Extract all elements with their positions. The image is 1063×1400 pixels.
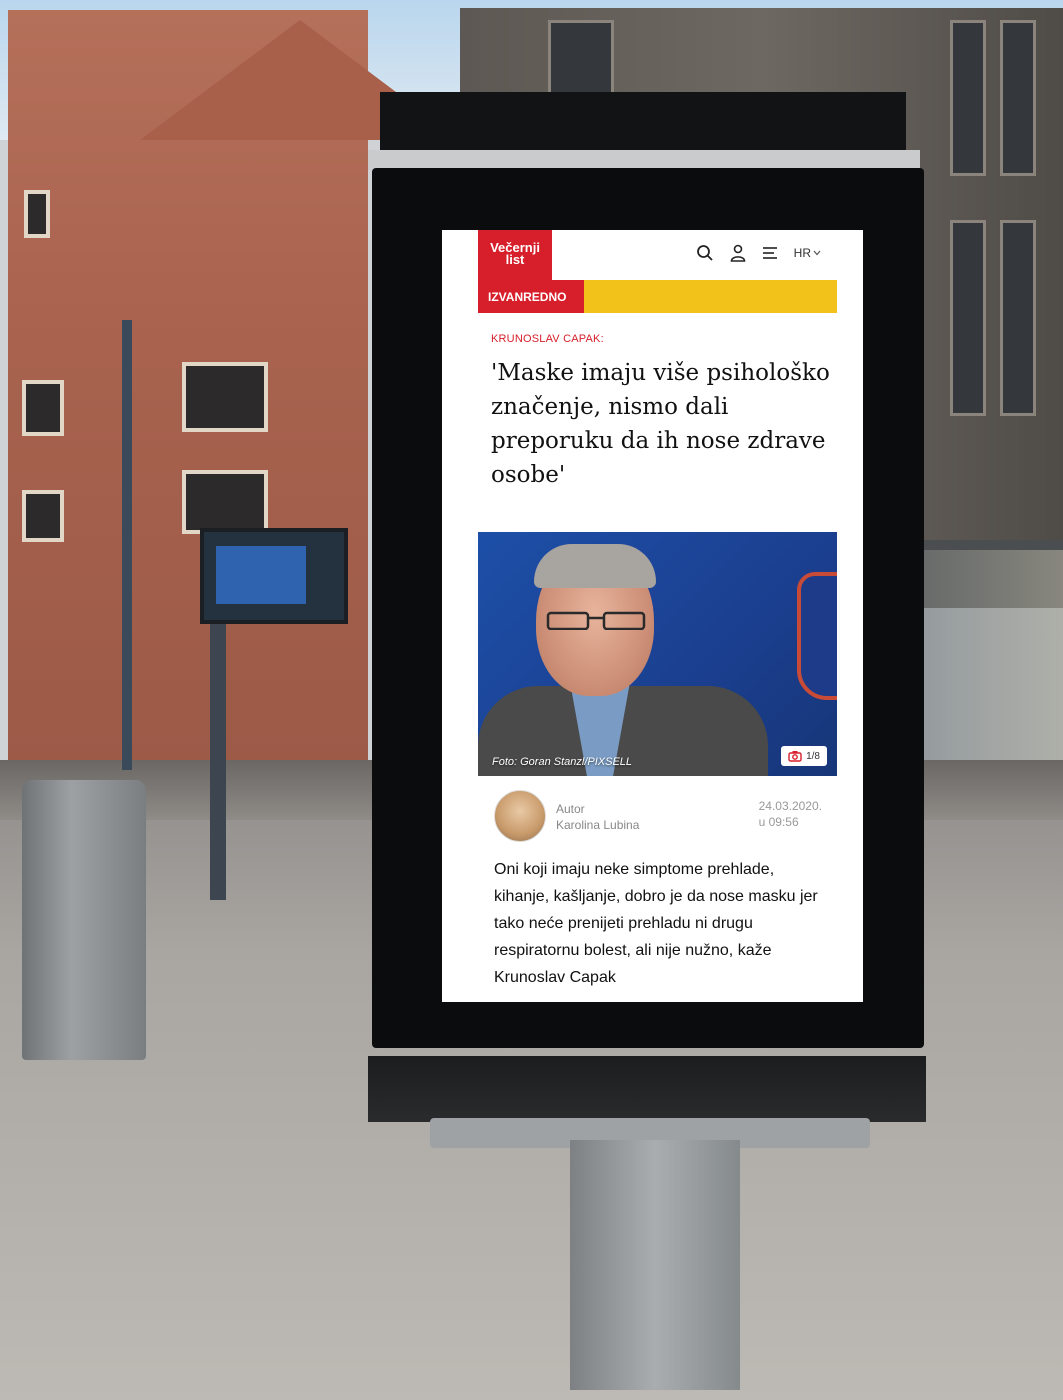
search-icon[interactable]: [696, 244, 714, 262]
chevron-down-icon: [813, 250, 821, 256]
kiosk-base: [368, 1056, 926, 1122]
site-header: Večernji list HR: [442, 230, 863, 282]
avatar[interactable]: [494, 790, 546, 842]
kiosk-screen: Večernji list HR IZVANREDNO KRUNOSLAV CA…: [442, 230, 863, 1002]
user-icon[interactable]: [730, 244, 746, 262]
breaking-news-strip: [584, 280, 837, 313]
building-window: [22, 490, 64, 542]
menu-icon[interactable]: [762, 246, 778, 260]
logo-line2: list: [505, 252, 525, 267]
gallery-count: 1/8: [806, 750, 820, 762]
camera-icon: [788, 751, 802, 762]
building-window: [1000, 20, 1036, 176]
gallery-button[interactable]: 1/8: [781, 746, 827, 766]
photo-glasses: [546, 611, 646, 630]
site-logo[interactable]: Večernji list: [478, 230, 552, 282]
article-kicker[interactable]: KRUNOSLAV CAPAK:: [491, 333, 604, 345]
bus-stop-screen: [216, 546, 306, 604]
author-name[interactable]: Karolina Lubina: [556, 818, 639, 832]
article-headline[interactable]: 'Maske imaju više psihološko značenje, n…: [491, 356, 831, 492]
author-block: Autor Karolina Lubina 24.03.2020. u 09:5…: [494, 790, 834, 846]
kiosk-rim: [368, 150, 920, 170]
building-window: [1000, 220, 1036, 416]
bus-stop-pole: [210, 610, 226, 900]
background-logo: [797, 572, 837, 700]
photo-credit: Foto: Goran Stanzl/PIXSELL: [492, 756, 633, 768]
breaking-news-bar[interactable]: IZVANREDNO: [478, 280, 837, 313]
building-window: [22, 380, 64, 436]
building-window: [950, 20, 986, 176]
photo-hair: [534, 544, 656, 588]
lamp-post: [122, 320, 132, 770]
building-window: [182, 470, 268, 534]
language-selector[interactable]: HR: [794, 246, 821, 260]
building-window: [182, 362, 268, 432]
language-label: HR: [793, 246, 811, 260]
kiosk-top: [380, 92, 906, 154]
publish-date-time: u 09:56: [758, 815, 799, 829]
kiosk-leg: [570, 1140, 740, 1390]
article-lead: Oni koji imaju neke simptome prehlade, k…: [494, 861, 818, 986]
trash-bin: [22, 780, 146, 1060]
article-photo[interactable]: Foto: Goran Stanzl/PIXSELL 1/8: [478, 532, 837, 776]
bus-stop-display: [200, 528, 348, 624]
author-label: Autor: [556, 802, 585, 816]
header-actions: HR: [696, 244, 821, 262]
breaking-news-label: IZVANREDNO: [478, 280, 584, 313]
building-window: [950, 220, 986, 416]
publish-date-day: 24.03.2020.: [758, 799, 822, 813]
building-window: [548, 20, 614, 96]
building-window: [24, 190, 50, 238]
publish-date: 24.03.2020. u 09:56: [759, 798, 822, 830]
